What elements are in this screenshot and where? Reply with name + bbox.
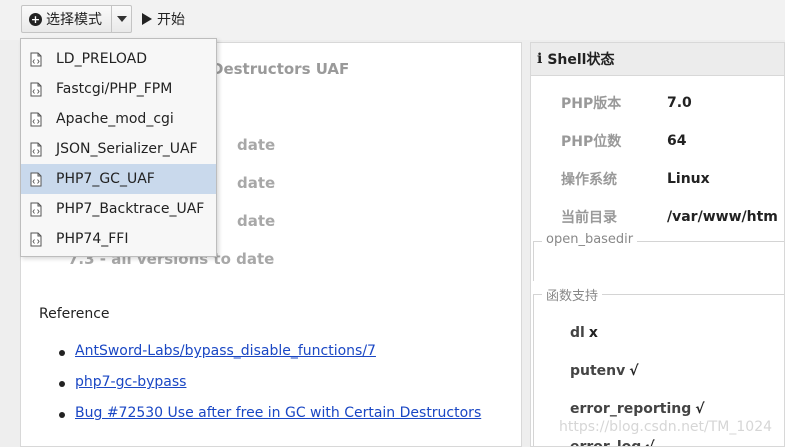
info-row-php-version: PHP版本 7.0 [561,93,692,113]
select-mode-button[interactable]: + 选择模式 [21,5,132,33]
function-row-error-reporting: error_reporting √ [570,401,705,417]
chevron-down-icon [116,16,127,22]
info-value: 7.0 [667,95,692,111]
select-mode-label: 选择模式 [46,12,102,28]
reference-list: AntSword-Labs/bypass_disable_functions/7… [58,343,481,436]
info-value: Linux [667,171,710,187]
info-icon: i [537,51,543,67]
info-value: 64 [667,133,687,149]
menu-item-json-serializer-uaf[interactable]: JSON_Serializer_UAF [21,134,216,164]
toolbar: + 选择模式 开始 [0,0,785,40]
version-row-date: date [237,174,276,192]
menu-item-php7-gc-uaf[interactable]: PHP7_GC_UAF [21,164,216,194]
exploit-heading: Destructors UAF [211,60,350,78]
mode-dropdown-menu: LD_PRELOAD Fastcgi/PHP_FPM Apache_mod_cg… [20,38,217,257]
start-button[interactable]: 开始 [142,8,185,30]
menu-item-label: PHP7_Backtrace_UAF [56,201,205,217]
menu-item-ld-preload[interactable]: LD_PRELOAD [21,44,216,74]
play-icon [142,13,152,25]
menu-item-label: PHP74_FFI [56,231,129,247]
reference-title: Reference [39,306,110,322]
functions-legend: 函数支持 [542,285,603,304]
list-item: Bug #72530 Use after free in GC with Cer… [58,405,481,436]
plus-circle-icon: + [29,12,42,26]
reference-link[interactable]: AntSword-Labs/bypass_disable_functions/7 [75,343,376,359]
function-status: √ [695,401,705,417]
function-name: putenv [570,363,626,379]
menu-item-label: JSON_Serializer_UAF [56,141,198,157]
menu-item-label: LD_PRELOAD [56,51,148,67]
menu-item-fastcgi[interactable]: Fastcgi/PHP_FPM [21,74,216,104]
info-key: 当前目录 [561,210,617,226]
start-label: 开始 [157,12,185,28]
info-row-cwd: 当前目录 /var/www/htm [561,207,778,227]
function-status: √ [645,439,655,447]
menu-item-label: Apache_mod_cgi [56,111,174,127]
file-code-icon [30,112,42,126]
function-status: √ [629,363,639,379]
info-row-php-bits: PHP位数 64 [561,131,686,151]
info-row-os: 操作系统 Linux [561,169,710,189]
mode-dropdown-toggle[interactable] [111,6,131,32]
list-item: php7-gc-bypass [58,374,481,405]
file-code-icon [30,202,42,216]
open-basedir-legend: open_basedir [542,232,638,247]
function-name: error_log [570,439,642,447]
version-row-date: date [237,212,276,230]
info-value: /var/www/htm [667,209,778,225]
menu-item-php74-ffi[interactable]: PHP74_FFI [21,224,216,254]
version-row-date: date [237,136,276,154]
function-name: dl [570,325,585,341]
info-key: PHP版本 [561,96,622,112]
shell-status-title: Shell状态 [547,52,615,68]
shell-status-header: i Shell状态 [531,43,784,76]
list-item: AntSword-Labs/bypass_disable_functions/7 [58,343,481,374]
file-code-icon [30,172,42,186]
info-key: PHP位数 [561,134,622,150]
menu-item-label: PHP7_GC_UAF [56,171,155,187]
function-name: error_reporting [570,401,692,417]
function-row-dl: dl x [570,325,598,341]
menu-item-php7-backtrace-uaf[interactable]: PHP7_Backtrace_UAF [21,194,216,224]
open-basedir-fieldset: open_basedir [533,232,784,281]
function-status: x [588,325,598,341]
reference-link[interactable]: Bug #72530 Use after free in GC with Cer… [75,405,481,421]
reference-link[interactable]: php7-gc-bypass [75,374,186,390]
function-row-putenv: putenv √ [570,363,639,379]
file-code-icon [30,232,42,246]
watermark: https://blog.csdn.net/TM_1024 [559,419,773,435]
file-code-icon [30,82,42,96]
menu-item-apache-mod-cgi[interactable]: Apache_mod_cgi [21,104,216,134]
file-code-icon [30,52,42,66]
info-key: 操作系统 [561,172,617,188]
function-row-error-log: error_log √ [570,439,655,447]
menu-item-label: Fastcgi/PHP_FPM [56,81,173,97]
shell-status-panel: i Shell状态 PHP版本 7.0 PHP位数 64 操作系统 Linux … [530,42,785,447]
file-code-icon [30,142,42,156]
